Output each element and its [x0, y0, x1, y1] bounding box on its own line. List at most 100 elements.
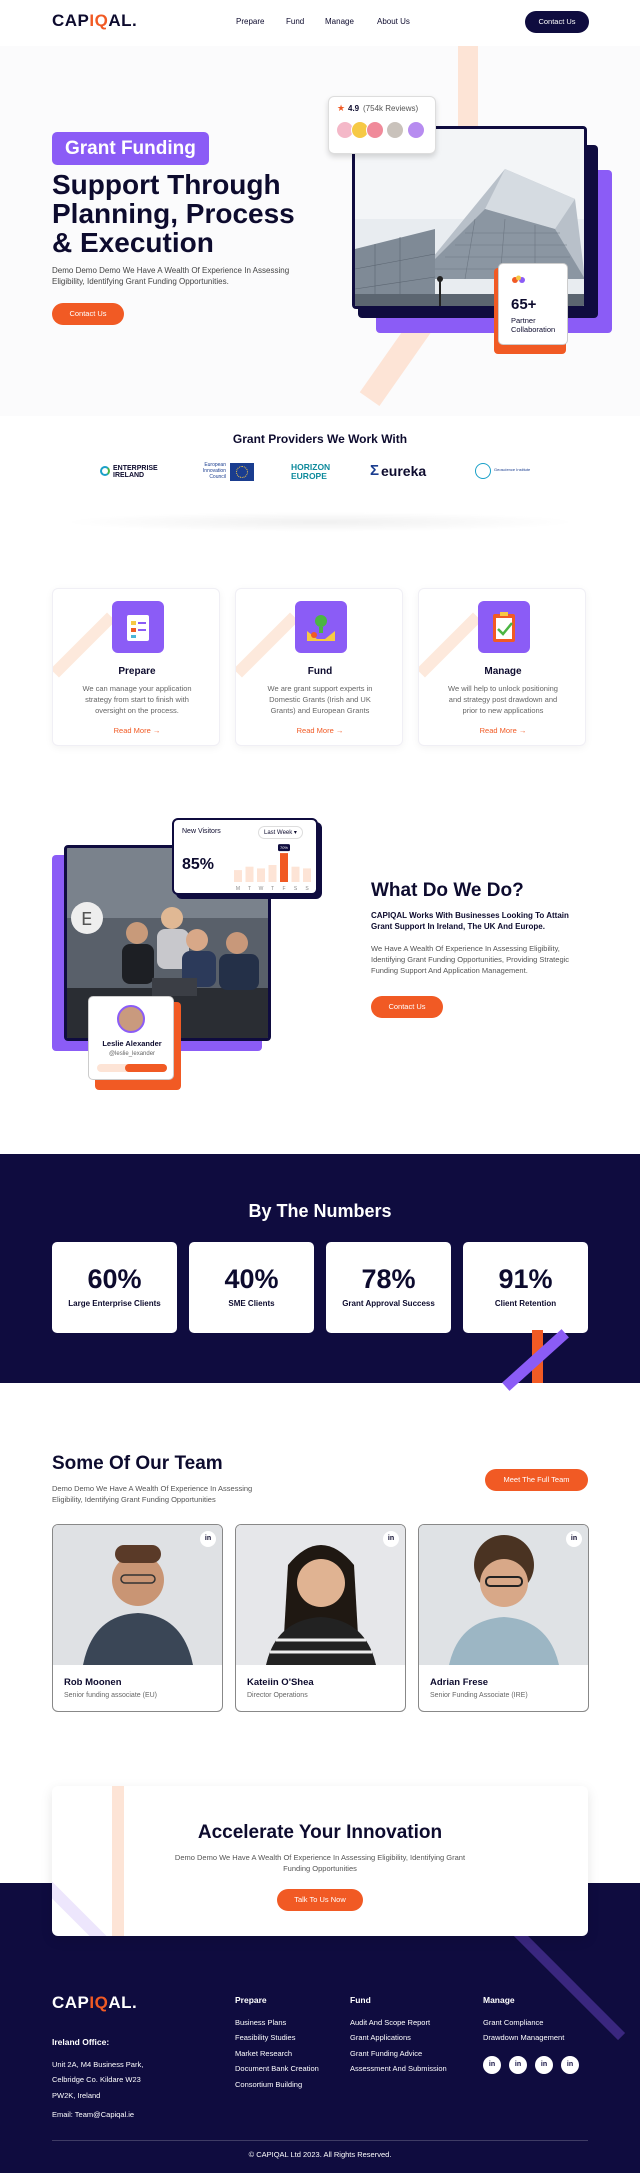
visitors-bar	[303, 868, 311, 882]
profile-card: Leslie Alexander @leslie_lexander	[88, 996, 174, 1080]
meet-team-button[interactable]: Meet The Full Team	[485, 1469, 588, 1491]
team-photo	[236, 1525, 405, 1665]
reviewer-avatars	[336, 121, 434, 143]
footer-link[interactable]: Assessment And Submission	[350, 2061, 460, 2077]
what-lead: CAPIQAL Works With Businesses Looking To…	[371, 911, 569, 931]
partner-stat-card: 65+ Partner Collaboration	[498, 263, 568, 345]
hero-text: Demo Demo Demo We Have A Wealth Of Exper…	[52, 266, 290, 286]
visitors-day-label: S	[294, 886, 298, 892]
team-card[interactable]: in Kateiin O'Shea Director Operations	[235, 1524, 406, 1712]
social-icon[interactable]: in	[483, 2056, 501, 2074]
team-text: Demo Demo We Have A Wealth Of Experience…	[52, 1484, 253, 1504]
team-photo	[53, 1525, 222, 1665]
arrow-right-icon: →	[518, 726, 527, 735]
visitors-bar	[234, 870, 242, 882]
arrow-right-icon: →	[335, 726, 344, 735]
eic-logo: European Innovation Council	[196, 462, 258, 484]
banner-decor	[112, 1786, 124, 1936]
nav-manage[interactable]: Manage	[325, 17, 354, 26]
visitors-bar	[268, 865, 277, 882]
visitors-day-label: F	[282, 886, 285, 892]
read-more-link[interactable]: Read More →	[419, 726, 585, 735]
footer-col-fund: Fund Audit And Scope Report Grant Applic…	[350, 1993, 460, 2077]
enterprise-ireland-logo: ENTERPRISE IRELAND	[100, 462, 172, 482]
footer-link[interactable]: Document Bank Creation	[235, 2061, 335, 2077]
linkedin-icon[interactable]: in	[566, 1531, 582, 1547]
horizon-europe-logo: HORIZON EUROPE	[291, 462, 331, 481]
footer-link[interactable]: Grant Funding Advice	[350, 2046, 460, 2062]
service-card-manage[interactable]: Manage We will help to unlock positionin…	[418, 588, 586, 746]
address-line: Unit 2A, M4 Business Park,	[52, 2059, 144, 2069]
footer-col-heading: Prepare	[235, 1995, 267, 2005]
linkedin-icon[interactable]: in	[200, 1531, 216, 1547]
sigma-icon: Σ	[370, 462, 380, 479]
talk-to-us-button[interactable]: Talk To Us Now	[277, 1889, 363, 1911]
visitors-day-label: M	[236, 886, 240, 892]
accelerate-title: Accelerate Your Innovation	[197, 1822, 443, 1843]
hero-contact-button[interactable]: Contact Us	[52, 303, 124, 325]
footer-link[interactable]: Market Research	[235, 2046, 335, 2062]
social-icon[interactable]: in	[561, 2056, 579, 2074]
rating-value: 4.9	[348, 104, 360, 113]
what-contact-button[interactable]: Contact Us	[371, 996, 443, 1018]
team-member-name: Adrian Frese	[430, 1677, 489, 1688]
avatar	[386, 121, 404, 139]
footer-link[interactable]: Feasibility Studies	[235, 2030, 335, 2046]
visitors-day-label: S	[305, 886, 309, 892]
footer-link[interactable]: Grant Applications	[350, 2030, 460, 2046]
address-line: Celbridge Co. Kildare W23	[52, 2075, 141, 2084]
footer-link[interactable]: Drawdown Management	[483, 2030, 588, 2046]
svg-text:E: E	[81, 909, 92, 930]
profile-name: Leslie Alexander	[102, 1039, 162, 1048]
avatar	[117, 1005, 145, 1033]
stat-card: 78% Grant Approval Success	[326, 1242, 451, 1333]
footer-logo[interactable]: CAPIQAL.	[52, 1993, 137, 2013]
footer-link[interactable]: Consortium Building	[235, 2077, 335, 2093]
team-card[interactable]: in Adrian Frese Senior Funding Associate…	[418, 1524, 589, 1712]
header-contact-button[interactable]: Contact Us	[525, 11, 589, 33]
stat-card: 40% SME Clients	[189, 1242, 314, 1333]
read-more-link[interactable]: Read More →	[53, 726, 219, 735]
visitors-title: New Visitors	[182, 828, 221, 835]
visitors-bar	[245, 866, 254, 882]
footer-col-heading: Manage	[483, 1995, 515, 2005]
service-card-prepare[interactable]: Prepare We can manage your application s…	[52, 588, 220, 746]
email-link[interactable]: Email: Team@Capiqal.ie	[52, 2107, 172, 2123]
chevron-down-icon: ▾	[293, 830, 297, 836]
stat-card: 60% Large Enterprise Clients	[52, 1242, 177, 1333]
nav-prepare[interactable]: Prepare	[236, 17, 264, 26]
logo[interactable]: CAPIQAL.	[52, 11, 137, 31]
visitors-day-label: W	[259, 886, 264, 892]
footer-divider	[52, 2140, 588, 2141]
footer-link[interactable]: Grant Compliance	[483, 2015, 588, 2031]
eu-flag-icon	[230, 463, 254, 481]
read-more-link[interactable]: Read More →	[236, 726, 402, 735]
visitors-bar-chart: M T W T F 70% S S	[234, 844, 311, 892]
profile-bar	[97, 1064, 167, 1072]
checklist-icon	[112, 601, 164, 653]
hero-title: Support Through Planning, Process & Exec…	[52, 169, 295, 258]
nav-about-us[interactable]: About Us	[377, 17, 410, 26]
office-info: Ireland Office: Unit 2A, M4 Business Par…	[52, 2035, 172, 2123]
service-text: We can manage your application strategy …	[82, 684, 192, 715]
section-shadow	[60, 512, 580, 532]
site-header: CAPIQAL. Prepare Fund Manage About Us Co…	[0, 0, 640, 46]
linkedin-icon[interactable]: in	[383, 1531, 399, 1547]
visitors-bar	[257, 868, 265, 882]
range-select[interactable]: Last Week ▾	[258, 826, 303, 839]
hero-pill: Grant Funding	[52, 132, 209, 165]
profile-handle: @leslie_lexander	[108, 1051, 156, 1057]
footer-col-manage: Manage Grant Compliance Drawdown Managem…	[483, 1993, 588, 2046]
footer-link[interactable]: Business Plans	[235, 2015, 335, 2031]
service-card-fund[interactable]: Fund We are grant support experts in Dom…	[235, 588, 403, 746]
footer-link[interactable]: Audit And Scope Report	[350, 2015, 460, 2031]
avatar	[407, 121, 425, 139]
team-card[interactable]: in Rob Moonen Senior funding associate (…	[52, 1524, 223, 1712]
team-member-name: Rob Moonen	[64, 1677, 122, 1688]
stat-card: 91% Client Retention	[463, 1242, 588, 1333]
social-icon[interactable]: in	[535, 2056, 553, 2074]
institute-icon	[475, 463, 491, 479]
social-icon[interactable]: in	[509, 2056, 527, 2074]
nav-fund[interactable]: Fund	[286, 17, 304, 26]
accelerate-banner: Accelerate Your Innovation Demo Demo We …	[52, 1786, 588, 1936]
